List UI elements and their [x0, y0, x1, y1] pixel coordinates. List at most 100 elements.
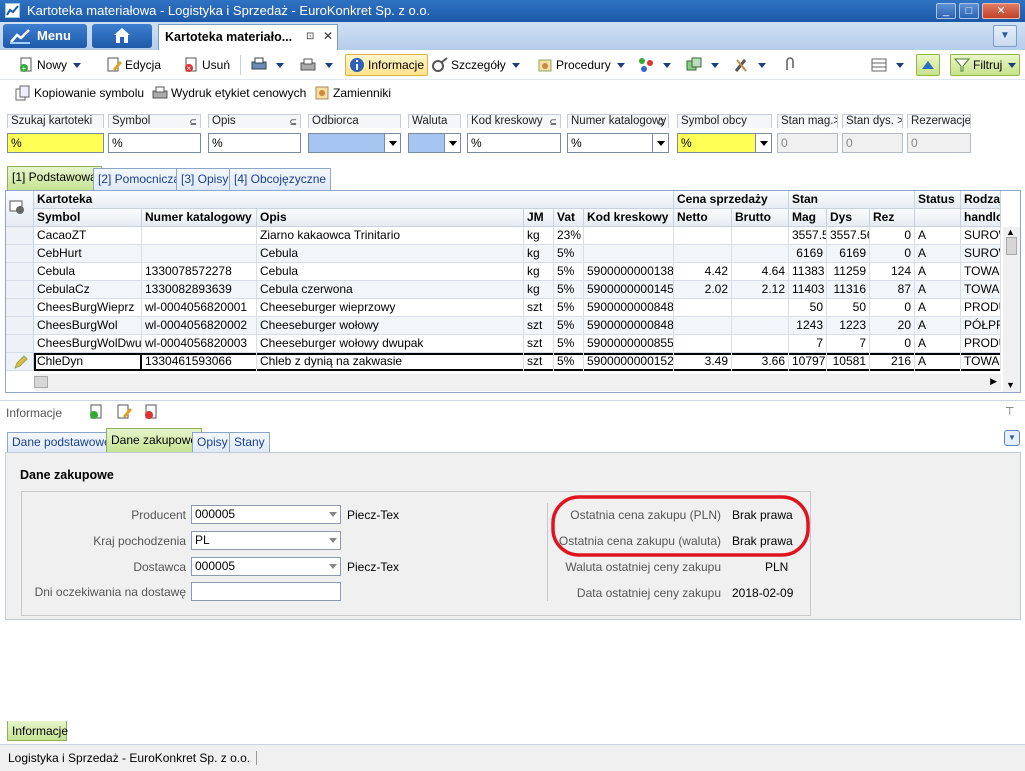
column-header[interactable]: JM: [524, 209, 554, 227]
grid-options-button[interactable]: [6, 191, 34, 227]
copy-symbol-button[interactable]: Kopiowanie symbolu: [15, 82, 144, 104]
tab-list-dropdown[interactable]: ▼: [993, 25, 1017, 47]
chevron-down-icon[interactable]: [616, 62, 625, 68]
customer-filter-select[interactable]: [308, 133, 401, 153]
chevron-down-icon[interactable]: [325, 62, 333, 68]
reservations-filter-input[interactable]: 0: [907, 133, 971, 153]
chevron-down-icon[interactable]: [896, 62, 904, 68]
scroll-up-icon[interactable]: ▲: [1006, 227, 1015, 237]
edit-icon[interactable]: [116, 404, 132, 423]
row-indicator[interactable]: [6, 263, 34, 281]
row-indicator[interactable]: [6, 299, 34, 317]
delete-icon[interactable]: [143, 404, 159, 423]
table-row[interactable]: CheesBurgWol wl-0004056820002 Cheeseburger…: [6, 317, 1001, 335]
close-window-button[interactable]: ✕: [982, 3, 1020, 19]
menu-button[interactable]: Menu: [3, 24, 87, 48]
column-header[interactable]: Netto: [674, 209, 732, 227]
table-row[interactable]: Cebula 1330078572278 Cebula kg 5% 59000000001…: [6, 263, 1001, 281]
chevron-down-icon[interactable]: [711, 62, 719, 68]
column-header[interactable]: [915, 209, 961, 227]
maximize-button[interactable]: □: [959, 3, 979, 19]
search-input[interactable]: %: [7, 133, 104, 153]
related-button[interactable]: [686, 54, 719, 76]
column-header[interactable]: Numer katalogowy: [142, 209, 257, 227]
row-indicator[interactable]: [6, 227, 34, 245]
chevron-down-icon[interactable]: [384, 134, 400, 152]
barcode-filter-input[interactable]: %: [467, 133, 561, 153]
chevron-down-icon[interactable]: [276, 62, 284, 68]
chevron-down-icon[interactable]: [755, 134, 771, 152]
expand-panel-icon[interactable]: ▼: [1004, 430, 1020, 446]
horizontal-scrollbar[interactable]: ▶: [34, 374, 1001, 391]
chevron-down-icon[interactable]: [327, 506, 340, 523]
column-header[interactable]: Mag: [789, 209, 827, 227]
tab-obcojezyczne[interactable]: [4] Obcojęzyczne: [229, 168, 332, 190]
column-header[interactable]: Opis: [257, 209, 524, 227]
tab-pomocnicza[interactable]: [2] Pomocnicza: [93, 168, 186, 190]
minimize-button[interactable]: _: [936, 3, 956, 19]
scroll-right-icon[interactable]: ▶: [990, 376, 997, 387]
tab-informacje-bottom[interactable]: Informacje: [7, 721, 68, 741]
row-indicator[interactable]: [6, 335, 34, 353]
row-indicator[interactable]: [6, 281, 34, 299]
chevron-down-icon[interactable]: [758, 62, 766, 68]
filter-mode-icon[interactable]: ⊆: [189, 117, 197, 128]
chevron-down-icon[interactable]: [1008, 62, 1017, 68]
table-row[interactable]: CheesBurgWolDwup wl-0004056820003 Cheesebu…: [6, 335, 1001, 353]
attachments-button[interactable]: [781, 54, 800, 76]
filter-mode-icon[interactable]: ⊆: [549, 117, 557, 128]
print-labels-button[interactable]: Wydruk etykiet cenowych: [152, 82, 306, 104]
tab-stany[interactable]: Stany: [229, 432, 270, 452]
row-indicator[interactable]: [6, 317, 34, 335]
chevron-down-icon[interactable]: [327, 532, 340, 549]
table-row[interactable]: CebulaCz 1330082893639 Cebula czerwona kg 5%…: [6, 281, 1001, 299]
delete-button[interactable]: × Usuń: [183, 54, 230, 76]
country-select[interactable]: PL: [191, 531, 341, 550]
column-header[interactable]: Symbol: [34, 209, 142, 227]
currency-filter-select[interactable]: [408, 133, 461, 153]
foreign-symbol-filter-select[interactable]: %: [677, 133, 772, 153]
column-header[interactable]: Vat: [554, 209, 584, 227]
scroll-down-icon[interactable]: ▼: [1006, 380, 1015, 390]
description-filter-input[interactable]: %: [208, 133, 301, 153]
available-filter-input[interactable]: 0: [842, 133, 903, 153]
scroll-thumb[interactable]: [34, 376, 48, 388]
tools-button[interactable]: [733, 54, 766, 76]
column-header[interactable]: handlo: [961, 209, 1001, 227]
filter-button[interactable]: Filtruj: [950, 54, 1021, 76]
stock-filter-input[interactable]: 0: [777, 133, 838, 153]
producer-select[interactable]: 000005: [191, 505, 341, 524]
close-tab-icon[interactable]: ✕: [323, 29, 333, 43]
new-button[interactable]: + Nowy: [18, 54, 82, 76]
row-indicator[interactable]: [6, 353, 34, 371]
filter-mode-icon[interactable]: ⊆: [657, 117, 665, 128]
info-button[interactable]: Informacje: [345, 54, 429, 76]
tab-dane-zakupowe[interactable]: Dane zakupowe: [106, 428, 203, 452]
edit-button[interactable]: Edycja: [106, 54, 161, 76]
table-row[interactable]: ChleDyn 1330461593066 Chleb z dynią na zak…: [6, 353, 1001, 371]
chevron-down-icon[interactable]: [327, 558, 340, 575]
column-header[interactable]: Dys: [827, 209, 870, 227]
pin-icon[interactable]: ⊤: [1005, 405, 1015, 418]
symbol-filter-input[interactable]: %: [108, 133, 201, 153]
scroll-thumb[interactable]: [1006, 237, 1017, 255]
substitutes-button[interactable]: Zamienniki: [314, 82, 391, 104]
chevron-down-icon[interactable]: [73, 62, 82, 68]
print-preview-button[interactable]: [251, 54, 284, 76]
column-header[interactable]: Brutto: [732, 209, 789, 227]
details-button[interactable]: Szczegóły: [432, 54, 520, 76]
tab-opisy-info[interactable]: Opisy: [192, 432, 233, 452]
supplier-select[interactable]: 000005: [191, 557, 341, 576]
home-button[interactable]: [92, 24, 152, 48]
tab-opisy[interactable]: [3] Opisy: [176, 168, 234, 190]
layout-button[interactable]: [871, 54, 904, 76]
add-icon[interactable]: [88, 404, 104, 423]
chevron-down-icon[interactable]: [663, 62, 671, 68]
chevron-down-icon[interactable]: [444, 134, 460, 152]
print-button[interactable]: [300, 54, 333, 76]
chevron-down-icon[interactable]: [511, 62, 520, 68]
column-header[interactable]: Kod kreskowy: [584, 209, 674, 227]
vertical-scrollbar[interactable]: ▲ ▼: [1003, 227, 1020, 392]
wait-days-input[interactable]: [191, 582, 341, 601]
table-row[interactable]: CheesBurgWieprz wl-0004056820001 Cheesebur…: [6, 299, 1001, 317]
